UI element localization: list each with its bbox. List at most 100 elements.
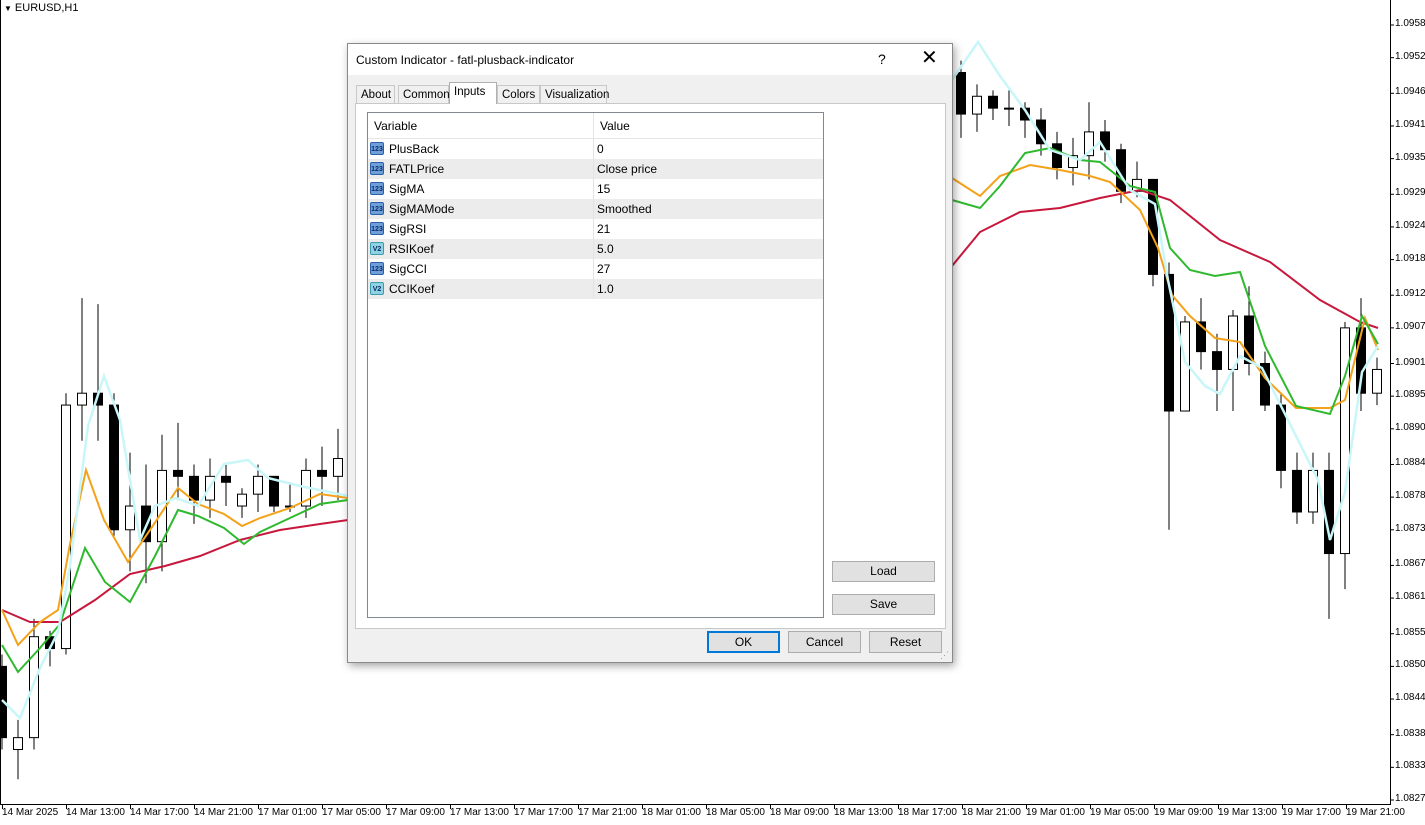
resize-grip-icon[interactable]: ⋰ xyxy=(940,650,950,660)
input-variable-name: CCIKoef xyxy=(389,282,435,296)
candle xyxy=(237,488,247,518)
time-label: 14 Mar 2025 xyxy=(2,807,59,818)
ok-button[interactable]: OK xyxy=(707,631,780,653)
red-signal-line xyxy=(1,519,349,623)
row-column-divider xyxy=(593,219,594,239)
price-label: 1.08840 xyxy=(1395,457,1425,469)
candle xyxy=(1292,452,1302,524)
column-variable[interactable]: Variable xyxy=(374,119,417,133)
candle xyxy=(221,464,231,507)
candle-body-bear xyxy=(221,475,231,483)
input-row-rsikoef[interactable]: V2 RSIKoef 5.0 xyxy=(368,239,823,259)
price-label: 1.08730 xyxy=(1395,522,1425,534)
tab-about[interactable]: About xyxy=(356,85,395,103)
input-value-cell[interactable]: 5.0 xyxy=(597,242,614,256)
symbol-text: EURUSD,H1 xyxy=(14,2,79,14)
input-row-sigcci[interactable]: 123 SigCCI 27 xyxy=(368,259,823,279)
cancel-button[interactable]: Cancel xyxy=(788,631,861,653)
price-label: 1.08445 xyxy=(1395,692,1425,704)
column-divider[interactable] xyxy=(593,113,594,138)
candle-body-bull xyxy=(1372,368,1382,394)
tab-common[interactable]: Common xyxy=(398,85,450,103)
time-label: 17 Mar 09:00 xyxy=(386,807,445,818)
time-label: 19 Mar 05:00 xyxy=(1090,807,1149,818)
double-type-icon: V2 xyxy=(370,242,384,255)
input-value-cell[interactable]: 27 xyxy=(597,262,610,276)
candle xyxy=(1052,131,1062,180)
tab-inputs[interactable]: Inputs xyxy=(449,82,497,104)
candle xyxy=(1084,102,1094,180)
candle-body-bear xyxy=(173,469,183,477)
price-label: 1.09125 xyxy=(1395,288,1425,300)
tab-visualization[interactable]: Visualization xyxy=(540,85,609,103)
cyan-fatl-line xyxy=(1,372,349,721)
double-type-icon: V2 xyxy=(370,282,384,295)
candle-body-bear xyxy=(1324,469,1334,555)
column-value[interactable]: Value xyxy=(600,119,630,133)
input-value-cell[interactable]: Smoothed xyxy=(597,202,652,216)
dialog-titlebar[interactable]: Custom Indicator - fatl-plusback-indicat… xyxy=(348,44,952,75)
candle-body-bull xyxy=(333,458,343,477)
price-label: 1.08555 xyxy=(1395,626,1425,638)
close-button[interactable]: ✕ xyxy=(921,47,938,69)
input-row-fatlprice[interactable]: 123 FATLPrice Close price xyxy=(368,159,823,179)
input-row-plusback[interactable]: 123 PlusBack 0 xyxy=(368,139,823,159)
input-value-cell[interactable]: 0 xyxy=(597,142,604,156)
time-label: 18 Mar 17:00 xyxy=(898,807,957,818)
candle-body-bear xyxy=(1292,469,1302,513)
input-row-ccikoef[interactable]: V2 CCIKoef 1.0 xyxy=(368,279,823,299)
reset-button[interactable]: Reset xyxy=(869,631,942,653)
input-row-sigrsi[interactable]: 123 SigRSI 21 xyxy=(368,219,823,239)
input-variable-name: SigCCI xyxy=(389,262,428,276)
candle xyxy=(1228,310,1238,412)
candle xyxy=(269,475,279,512)
time-label: 18 Mar 05:00 xyxy=(706,807,765,818)
save-button[interactable]: Save xyxy=(832,594,935,615)
candle xyxy=(988,90,998,121)
input-value-cell[interactable]: 21 xyxy=(597,222,610,236)
price-label: 1.09185 xyxy=(1395,252,1425,264)
price-label: 1.09010 xyxy=(1395,356,1425,368)
integer-type-icon: 123 xyxy=(370,182,384,195)
input-value-cell[interactable]: 15 xyxy=(597,182,610,196)
price-label: 1.09240 xyxy=(1395,219,1425,231)
candle-body-bull xyxy=(237,493,247,507)
time-label: 18 Mar 21:00 xyxy=(962,807,1021,818)
candle-body-bear xyxy=(189,475,199,501)
integer-type-icon: 123 xyxy=(370,202,384,215)
input-row-sigma[interactable]: 123 SigMA 15 xyxy=(368,179,823,199)
candle xyxy=(1372,357,1382,406)
time-label: 17 Mar 01:00 xyxy=(258,807,317,818)
chart-symbol-label[interactable]: ▼ EURUSD,H1 xyxy=(4,2,79,14)
time-label: 18 Mar 01:00 xyxy=(642,807,701,818)
custom-indicator-dialog: Custom Indicator - fatl-plusback-indicat… xyxy=(347,43,953,663)
time-label: 19 Mar 09:00 xyxy=(1154,807,1213,818)
time-label: 14 Mar 13:00 xyxy=(66,807,125,818)
time-label: 19 Mar 17:00 xyxy=(1282,807,1341,818)
tab-colors[interactable]: Colors xyxy=(497,85,540,103)
candle xyxy=(93,304,103,441)
price-label: 1.08615 xyxy=(1395,591,1425,603)
candle-body-bear xyxy=(988,95,998,109)
inputs-list[interactable]: Variable Value 123 PlusBack 0 123 FATLPrice C… xyxy=(367,112,824,618)
candle-body-bull xyxy=(125,505,135,531)
dropdown-triangle-icon: ▼ xyxy=(4,4,12,13)
load-button[interactable]: Load xyxy=(832,561,935,582)
time-label: 14 Mar 17:00 xyxy=(130,807,189,818)
time-label: 17 Mar 05:00 xyxy=(322,807,381,818)
price-label: 1.08500 xyxy=(1395,659,1425,671)
list-header: Variable Value xyxy=(368,113,823,139)
row-column-divider xyxy=(593,159,594,179)
integer-type-icon: 123 xyxy=(370,222,384,235)
input-value-cell[interactable]: 1.0 xyxy=(597,282,614,296)
help-button[interactable]: ? xyxy=(878,51,886,67)
candle-body-bear xyxy=(1052,143,1062,169)
time-axis: 14 Mar 2025 14 Mar 13:00 14 Mar 17:00 14 Ma… xyxy=(0,805,1405,825)
candle xyxy=(77,298,87,441)
price-label: 1.08900 xyxy=(1395,421,1425,433)
input-row-sigmamode[interactable]: 123 SigMAMode Smoothed xyxy=(368,199,823,219)
row-column-divider xyxy=(593,279,594,299)
input-value-cell[interactable]: Close price xyxy=(597,162,657,176)
candle-body-bull xyxy=(13,737,23,751)
candle-body-bear xyxy=(1212,351,1222,370)
